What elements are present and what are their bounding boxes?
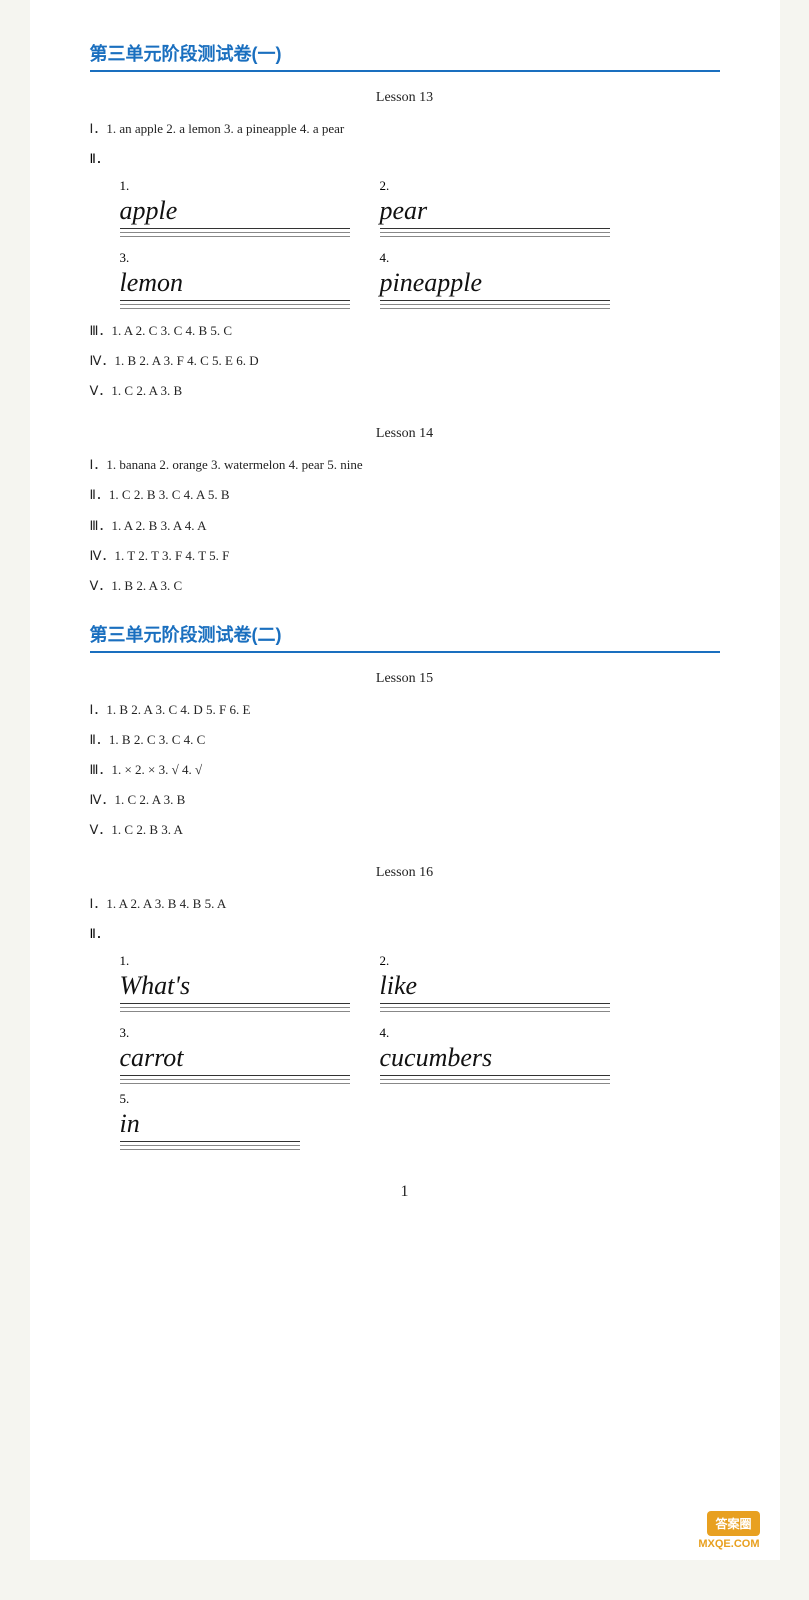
hw-num-4: 4. bbox=[380, 250, 610, 266]
lesson13-answer-V: Ⅴ．1. C 2. A 3. B bbox=[90, 380, 720, 402]
hw-underline-4 bbox=[380, 304, 610, 305]
lesson16-hw-row2: 3. carrot 4. cucumbers bbox=[120, 1025, 720, 1087]
hw16-word-in: in bbox=[120, 1109, 300, 1142]
watermark-badge: 答案圈 bbox=[707, 1511, 759, 1536]
hw-word-apple: apple bbox=[120, 196, 350, 229]
hw16-num-5: 5. bbox=[120, 1091, 300, 1107]
hw16-num-4: 4. bbox=[380, 1025, 610, 1041]
hw16-item-4: 4. cucumbers bbox=[380, 1025, 610, 1087]
hw-num-3: 3. bbox=[120, 250, 350, 266]
section2-title: 第三单元阶段测试卷(二) bbox=[90, 621, 720, 653]
watermark: 答案圈 MXQE.COM bbox=[698, 1511, 759, 1550]
hw-underline-3b bbox=[120, 308, 350, 309]
lesson16-hw-row3: 5. in bbox=[120, 1091, 720, 1153]
lesson16-roman-II: Ⅱ． bbox=[90, 926, 109, 941]
hw-word-pineapple: pineapple bbox=[380, 268, 610, 301]
lesson15-answer-V: Ⅴ．1. C 2. B 3. A bbox=[90, 819, 720, 841]
hw16-word-like: like bbox=[380, 971, 610, 1004]
hw16-item-5: 5. in bbox=[120, 1091, 300, 1153]
hw16-item-3: 3. carrot bbox=[120, 1025, 350, 1087]
hw16-num-3: 3. bbox=[120, 1025, 350, 1041]
lesson13-answer-III: Ⅲ．1. A 2. C 3. C 4. B 5. C bbox=[90, 320, 720, 342]
lesson14-answer-I: Ⅰ．1. banana 2. orange 3. watermelon 4. p… bbox=[90, 454, 720, 476]
hw-underline-3 bbox=[120, 304, 350, 305]
hw-underline-1 bbox=[120, 232, 350, 233]
hw-num-1: 1. bbox=[120, 178, 350, 194]
lesson14-answer-II: Ⅱ．1. C 2. B 3. C 4. A 5. B bbox=[90, 484, 720, 506]
hw16-item-2: 2. like bbox=[380, 953, 610, 1015]
hw-word-lemon: lemon bbox=[120, 268, 350, 301]
lesson13-answer-IV: Ⅳ．1. B 2. A 3. F 4. C 5. E 6. D bbox=[90, 350, 720, 372]
lesson16-title: Lesson 16 bbox=[90, 865, 720, 881]
hw-underline-2 bbox=[380, 232, 610, 233]
hw-item-4: 4. pineapple bbox=[380, 250, 610, 312]
watermark-url: MXQE.COM bbox=[698, 1538, 759, 1550]
lesson15-answer-III: Ⅲ．1. × 2. × 3. √ 4. √ bbox=[90, 759, 720, 781]
hw16-word-cucumbers: cucumbers bbox=[380, 1043, 610, 1076]
hw16-num-1: 1. bbox=[120, 953, 350, 969]
lesson16-hw-row1: 1. What's 2. like bbox=[120, 953, 720, 1015]
hw-item-3: 3. lemon bbox=[120, 250, 350, 312]
roman-I: Ⅰ． bbox=[90, 121, 107, 136]
lesson13-handwriting-row1: 1. apple 2. pear bbox=[120, 178, 720, 240]
hw16-word-whats: What's bbox=[120, 971, 350, 1004]
hw-item-1: 1. apple bbox=[120, 178, 350, 240]
roman-III: Ⅲ． bbox=[90, 323, 112, 338]
page-number: 1 bbox=[90, 1183, 720, 1201]
hw-underline-1b bbox=[120, 236, 350, 237]
hw16-num-2: 2. bbox=[380, 953, 610, 969]
hw-underline-2b bbox=[380, 236, 610, 237]
lesson13-title: Lesson 13 bbox=[90, 90, 720, 106]
hw-word-pear: pear bbox=[380, 196, 610, 229]
lesson14-answer-IV: Ⅳ．1. T 2. T 3. F 4. T 5. F bbox=[90, 545, 720, 567]
roman-IV: Ⅳ． bbox=[90, 353, 115, 368]
section1-title: 第三单元阶段测试卷(一) bbox=[90, 40, 720, 72]
lesson13-block: Lesson 13 Ⅰ．1. an apple 2. a lemon 3. a … bbox=[90, 90, 720, 402]
lesson15-title: Lesson 15 bbox=[90, 671, 720, 687]
lesson13-answer-I: Ⅰ．1. an apple 2. a lemon 3. a pineapple … bbox=[90, 118, 720, 140]
lesson13-handwriting-row2: 3. lemon 4. pineapple bbox=[120, 250, 720, 312]
lesson16-answer-I: Ⅰ．1. A 2. A 3. B 4. B 5. A bbox=[90, 893, 720, 915]
lesson14-answer-V: Ⅴ．1. B 2. A 3. C bbox=[90, 575, 720, 597]
lesson15-answer-IV: Ⅳ．1. C 2. A 3. B bbox=[90, 789, 720, 811]
roman-V: Ⅴ． bbox=[90, 383, 112, 398]
lesson14-answer-III: Ⅲ．1. A 2. B 3. A 4. A bbox=[90, 515, 720, 537]
hw-item-2: 2. pear bbox=[380, 178, 610, 240]
lesson15-answer-II: Ⅱ．1. B 2. C 3. C 4. C bbox=[90, 729, 720, 751]
lesson16-hw-section: Ⅱ． 1. What's 2. like 3. carrot bbox=[90, 923, 720, 1153]
lesson15-block: Lesson 15 Ⅰ．1. B 2. A 3. C 4. D 5. F 6. … bbox=[90, 671, 720, 841]
lesson15-answer-I: Ⅰ．1. B 2. A 3. C 4. D 5. F 6. E bbox=[90, 699, 720, 721]
hw-underline-4b bbox=[380, 308, 610, 309]
lesson13-roman-II: Ⅱ． bbox=[90, 151, 109, 166]
lesson14-block: Lesson 14 Ⅰ．1. banana 2. orange 3. water… bbox=[90, 426, 720, 596]
lesson16-block: Lesson 16 Ⅰ．1. A 2. A 3. B 4. B 5. A Ⅱ． … bbox=[90, 865, 720, 1153]
hw-num-2: 2. bbox=[380, 178, 610, 194]
lesson14-title: Lesson 14 bbox=[90, 426, 720, 442]
hw16-word-carrot: carrot bbox=[120, 1043, 350, 1076]
hw16-item-1: 1. What's bbox=[120, 953, 350, 1015]
